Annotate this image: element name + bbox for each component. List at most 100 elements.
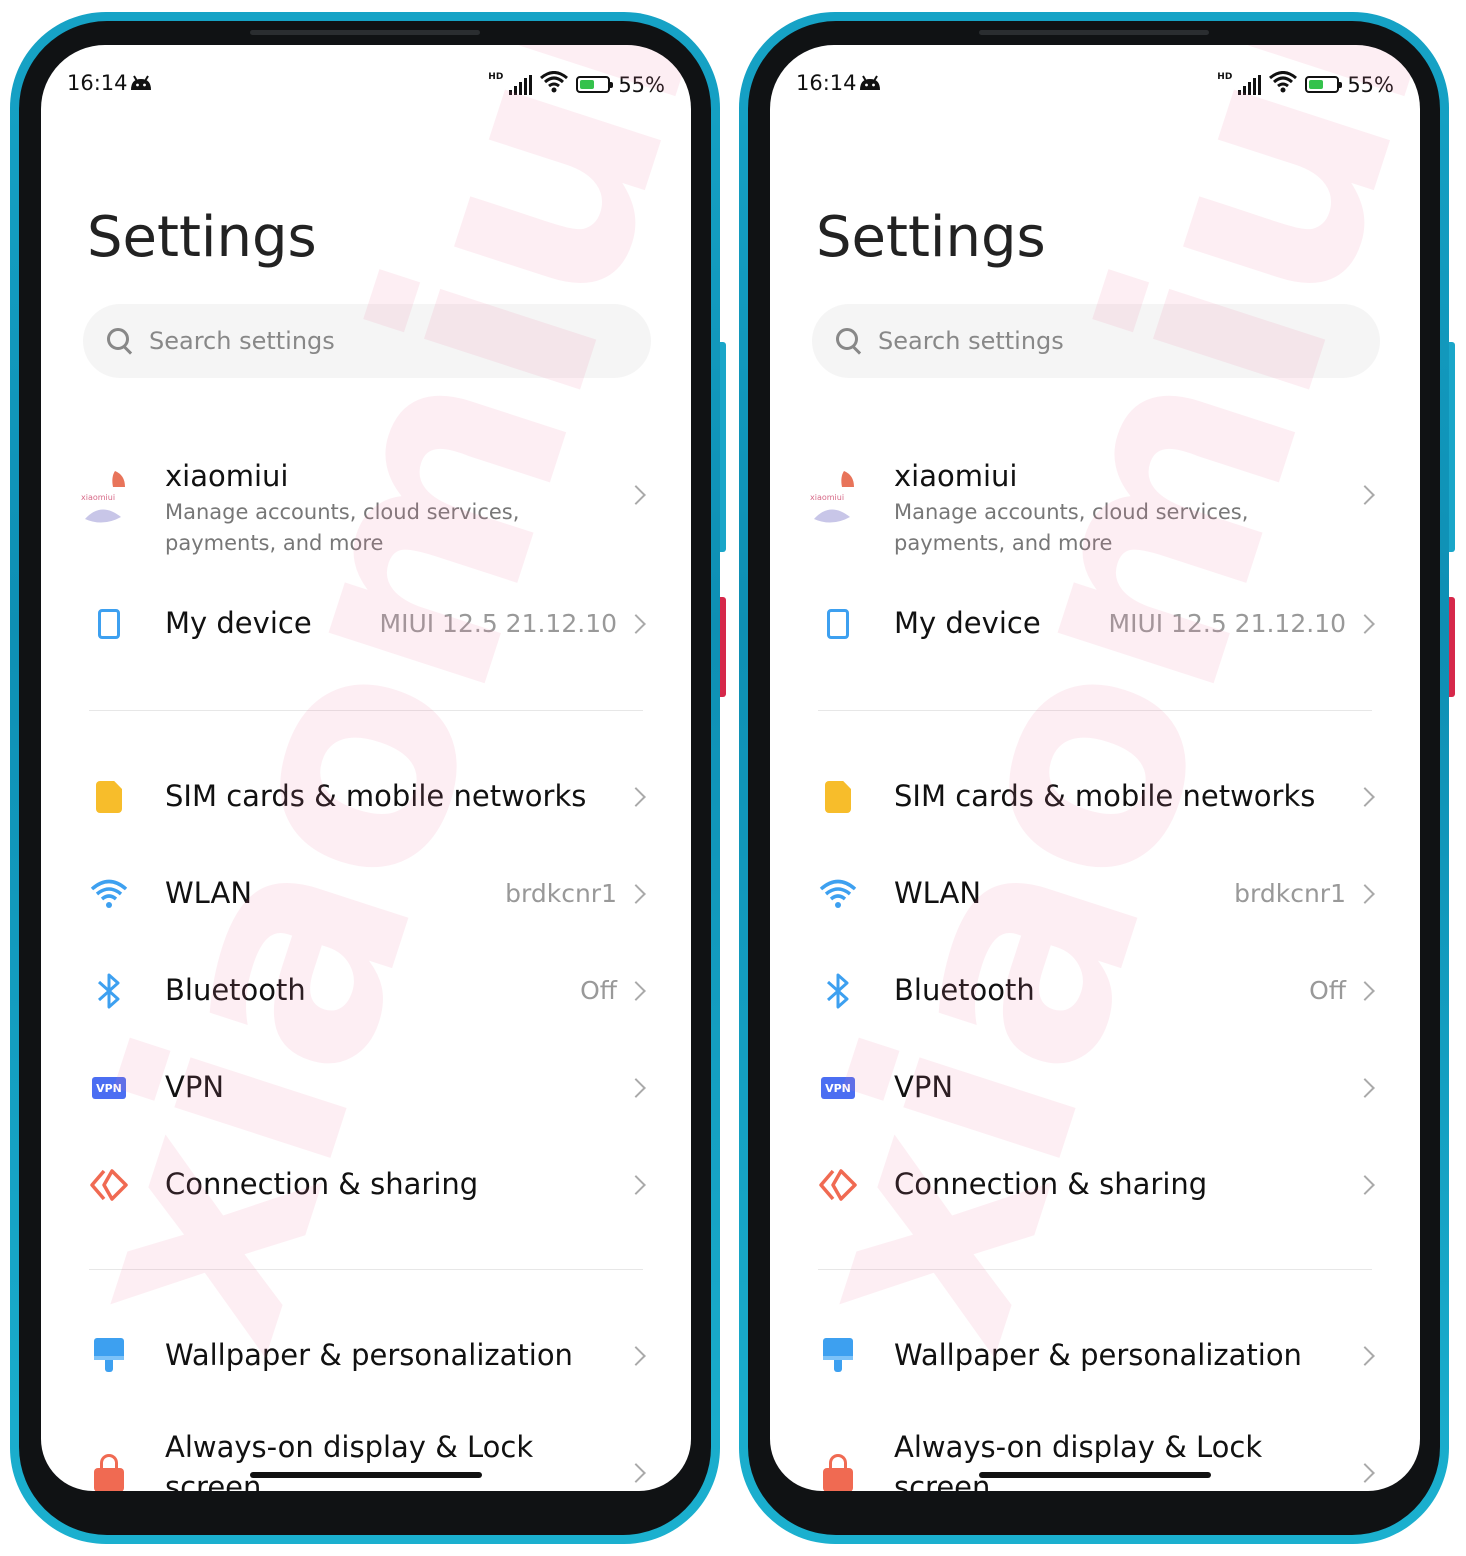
wlan-label: WLAN [894, 876, 982, 910]
power-button [1449, 597, 1455, 697]
search-icon [836, 328, 862, 354]
connection-icon [818, 1165, 858, 1205]
home-indicator[interactable] [979, 1472, 1211, 1478]
chevron-right-icon [626, 884, 646, 904]
vpn-icon-text: VPN [821, 1077, 855, 1099]
vpn-icon: VPN [89, 1068, 129, 1108]
account-description: Manage accounts, cloud services, payment… [165, 500, 520, 555]
chevron-right-icon [1355, 485, 1375, 505]
connection-icon [89, 1165, 129, 1205]
lockscreen-label: Always-on display & Lock screen [165, 1430, 534, 1491]
account-description: Manage accounts, cloud services, payment… [894, 500, 1249, 555]
page-title: Settings [816, 205, 1046, 270]
phone-bezel: xiaomiui 16:14 HD 55% Settings Search se… [19, 21, 711, 1535]
chevron-right-icon [1355, 1078, 1375, 1098]
wifi-icon [818, 874, 858, 914]
status-bar: 16:14 HD 55% [67, 71, 665, 101]
wlan-value: brdkcnr1 [1234, 879, 1346, 908]
chevron-right-icon [626, 1346, 646, 1366]
android-icon [858, 73, 882, 96]
search-placeholder: Search settings [878, 327, 1064, 355]
lockscreen-label: Always-on display & Lock screen [894, 1430, 1263, 1491]
wallpaper-icon [818, 1336, 858, 1376]
avatar: xiaomiui [81, 465, 131, 525]
bluetooth-label: Bluetooth [894, 973, 1035, 1007]
phone-icon [818, 604, 858, 644]
wallpaper-label: Wallpaper & personalization [165, 1338, 573, 1372]
chevron-right-icon [626, 485, 646, 505]
bluetooth-icon [89, 971, 129, 1011]
lock-icon [89, 1453, 129, 1491]
sim-icon [818, 777, 858, 817]
chevron-right-icon [626, 1175, 646, 1195]
signal-icon [1238, 74, 1262, 95]
network-type: HD [1217, 71, 1233, 82]
battery-percent: 55% [618, 72, 665, 97]
wlan-value: brdkcnr1 [505, 879, 617, 908]
bluetooth-value: Off [1309, 976, 1346, 1005]
divider [818, 1269, 1372, 1270]
chevron-right-icon [1355, 1463, 1375, 1483]
divider [89, 710, 643, 711]
home-indicator[interactable] [250, 1472, 482, 1478]
my-device-value: MIUI 12.5 21.12.10 [1108, 609, 1347, 638]
chevron-right-icon [626, 787, 646, 807]
search-bar[interactable]: Search settings [83, 304, 651, 378]
volume-button [1449, 342, 1455, 552]
phone-frame: xiaomiui 16:14 HD 55% Settings Search se… [10, 12, 726, 1544]
earpiece-speaker [979, 30, 1209, 35]
chevron-right-icon [1355, 1346, 1375, 1366]
vpn-icon: VPN [818, 1068, 858, 1108]
wallpaper-icon [89, 1336, 129, 1376]
chevron-right-icon [1355, 884, 1375, 904]
android-icon [129, 73, 153, 96]
vpn-label: VPN [894, 1070, 954, 1104]
phone-frame: xiaomiui 16:14 HD 55% Settings Search se… [739, 12, 1455, 1544]
chevron-right-icon [1355, 1175, 1375, 1195]
my-device-label: My device [894, 606, 1041, 640]
sim-label: SIM cards & mobile networks [165, 779, 587, 813]
vpn-icon-text: VPN [92, 1077, 126, 1099]
account-name: xiaomiui [894, 459, 1018, 493]
chevron-right-icon [626, 1078, 646, 1098]
status-bar: 16:14 HD 55% [796, 71, 1394, 101]
chevron-right-icon [1355, 787, 1375, 807]
wifi-icon [540, 71, 569, 98]
power-button [720, 597, 726, 697]
phone-bezel: xiaomiui 16:14 HD 55% Settings Search se… [748, 21, 1440, 1535]
earpiece-speaker [250, 30, 480, 35]
page-title: Settings [87, 205, 317, 270]
battery-level [580, 80, 595, 89]
chevron-right-icon [1355, 614, 1375, 634]
settings-screen: xiaomiui 16:14 HD 55% Settings Search se… [770, 45, 1420, 1491]
my-device-value: MIUI 12.5 21.12.10 [379, 609, 618, 638]
wifi-icon [89, 874, 129, 914]
connection-label: Connection & sharing [165, 1167, 479, 1201]
wifi-icon [1269, 71, 1298, 98]
lock-icon [818, 1453, 858, 1491]
search-placeholder: Search settings [149, 327, 335, 355]
avatar: xiaomiui [810, 465, 860, 525]
settings-screen: xiaomiui 16:14 HD 55% Settings Search se… [41, 45, 691, 1491]
wlan-label: WLAN [165, 876, 253, 910]
bluetooth-label: Bluetooth [165, 973, 306, 1007]
connection-label: Connection & sharing [894, 1167, 1208, 1201]
battery-percent: 55% [1347, 72, 1394, 97]
divider [818, 710, 1372, 711]
search-bar[interactable]: Search settings [812, 304, 1380, 378]
chevron-right-icon [1355, 981, 1375, 1001]
avatar-text: xiaomiui [81, 493, 116, 502]
chevron-right-icon [626, 1463, 646, 1483]
sim-icon [89, 777, 129, 817]
network-type: HD [488, 71, 504, 82]
sim-label: SIM cards & mobile networks [894, 779, 1316, 813]
battery-level [1309, 80, 1324, 89]
chevron-right-icon [626, 981, 646, 1001]
status-time: 16:14 [67, 71, 128, 95]
account-name: xiaomiui [165, 459, 289, 493]
vpn-label: VPN [165, 1070, 225, 1104]
chevron-right-icon [626, 614, 646, 634]
volume-button [720, 342, 726, 552]
battery-icon [1305, 76, 1343, 93]
signal-icon [509, 74, 533, 95]
